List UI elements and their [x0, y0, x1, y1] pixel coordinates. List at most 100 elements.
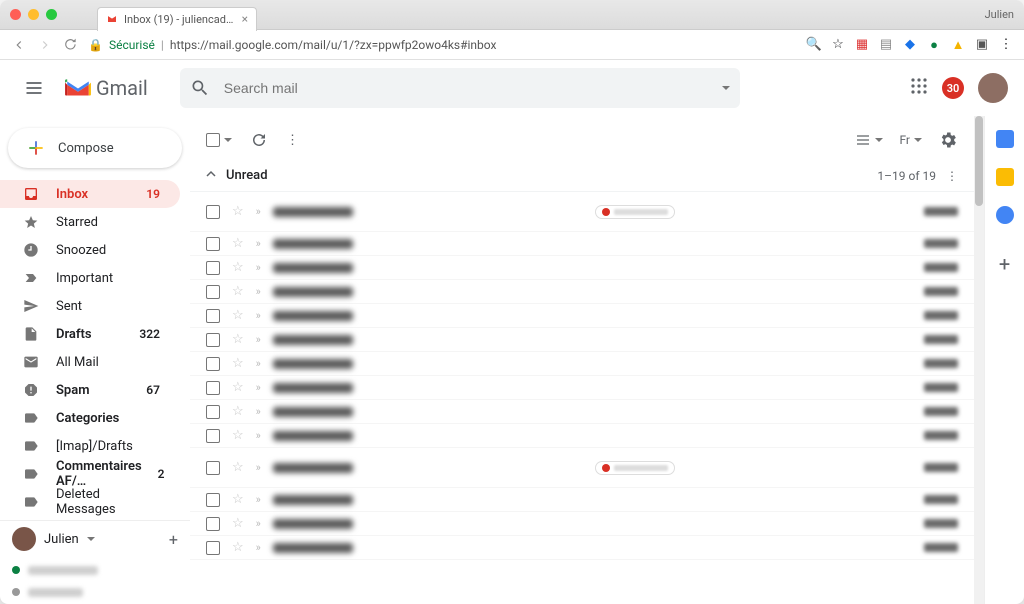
- row-checkbox[interactable]: [206, 493, 220, 507]
- sidebar-item-categories[interactable]: Categories: [0, 404, 180, 432]
- star-icon[interactable]: ☆: [232, 260, 244, 275]
- mail-row[interactable]: ☆»: [190, 328, 974, 352]
- row-checkbox[interactable]: [206, 309, 220, 323]
- window-controls[interactable]: [10, 9, 57, 20]
- more-button[interactable]: ⋮: [286, 133, 299, 148]
- important-marker-icon[interactable]: »: [256, 333, 261, 346]
- language-button[interactable]: Fr: [899, 133, 922, 147]
- important-marker-icon[interactable]: »: [256, 493, 261, 506]
- star-icon[interactable]: ☆: [232, 236, 244, 251]
- add-contact-icon[interactable]: +: [169, 530, 178, 549]
- add-addon-icon[interactable]: +: [999, 252, 1010, 276]
- sidebar-item-drafts[interactable]: Drafts322: [0, 320, 180, 348]
- mail-row[interactable]: ☆»: [190, 448, 974, 488]
- important-marker-icon[interactable]: »: [256, 285, 261, 298]
- row-checkbox[interactable]: [206, 381, 220, 395]
- settings-button[interactable]: [938, 130, 958, 150]
- star-icon[interactable]: ☆: [232, 428, 244, 443]
- calendar-addon-icon[interactable]: [996, 130, 1014, 148]
- browser-profile-name[interactable]: Julien: [985, 8, 1014, 21]
- tasks-addon-icon[interactable]: [996, 206, 1014, 224]
- star-icon[interactable]: ☆: [232, 404, 244, 419]
- star-icon[interactable]: ☆: [232, 516, 244, 531]
- sidebar-item-deleted-messages[interactable]: Deleted Messages: [0, 488, 180, 516]
- extension-icon[interactable]: ▲: [950, 37, 966, 53]
- select-all-checkbox[interactable]: [206, 133, 232, 147]
- chevron-down-icon[interactable]: [87, 537, 95, 541]
- apps-grid-icon[interactable]: [910, 77, 928, 99]
- mail-row[interactable]: ☆»: [190, 280, 974, 304]
- scrollbar[interactable]: [974, 116, 984, 604]
- star-icon[interactable]: ☆: [232, 284, 244, 299]
- sidebar-item-inbox[interactable]: Inbox19: [0, 180, 180, 208]
- star-icon[interactable]: ☆: [830, 37, 846, 53]
- star-icon[interactable]: ☆: [232, 308, 244, 323]
- important-marker-icon[interactable]: »: [256, 461, 261, 474]
- important-marker-icon[interactable]: »: [256, 541, 261, 554]
- gmail-logo[interactable]: Gmail: [64, 76, 148, 100]
- browser-menu-icon[interactable]: ⋮: [998, 37, 1014, 53]
- main-menu-button[interactable]: [16, 70, 52, 106]
- mail-row[interactable]: ☆»: [190, 400, 974, 424]
- important-marker-icon[interactable]: »: [256, 309, 261, 322]
- back-button[interactable]: [10, 36, 28, 54]
- important-marker-icon[interactable]: »: [256, 517, 261, 530]
- close-tab-icon[interactable]: ×: [242, 12, 248, 26]
- star-icon[interactable]: ☆: [232, 380, 244, 395]
- row-checkbox[interactable]: [206, 541, 220, 555]
- important-marker-icon[interactable]: »: [256, 381, 261, 394]
- mail-row[interactable]: ☆»: [190, 304, 974, 328]
- mail-row[interactable]: ☆»: [190, 376, 974, 400]
- search-bar[interactable]: [180, 68, 740, 108]
- browser-tab[interactable]: Inbox (19) - juliencadot@gmai… ×: [97, 7, 257, 31]
- star-icon[interactable]: ☆: [232, 356, 244, 371]
- expand-icon[interactable]: [206, 168, 216, 183]
- important-marker-icon[interactable]: »: [256, 205, 261, 218]
- compose-button[interactable]: Compose: [8, 128, 182, 168]
- search-options-icon[interactable]: [722, 86, 730, 90]
- mail-row[interactable]: ☆»: [190, 488, 974, 512]
- sidebar-item-starred[interactable]: Starred: [0, 208, 180, 236]
- mail-row[interactable]: ☆»: [190, 232, 974, 256]
- mail-row[interactable]: ☆»: [190, 512, 974, 536]
- star-icon[interactable]: ☆: [232, 492, 244, 507]
- sidebar-item--imap-drafts[interactable]: [Imap]/Drafts: [0, 432, 180, 460]
- mail-row[interactable]: ☆»: [190, 352, 974, 376]
- star-icon[interactable]: ☆: [232, 460, 244, 475]
- refresh-button[interactable]: [250, 131, 268, 149]
- sidebar-item-sent[interactable]: Sent: [0, 292, 180, 320]
- extension-icon[interactable]: ●: [926, 37, 942, 53]
- density-button[interactable]: [855, 132, 883, 148]
- important-marker-icon[interactable]: »: [256, 405, 261, 418]
- section-header[interactable]: Unread 1–19 of 19 ⋮: [190, 160, 974, 192]
- reload-button[interactable]: [62, 36, 80, 54]
- account-avatar[interactable]: [978, 73, 1008, 103]
- important-marker-icon[interactable]: »: [256, 357, 261, 370]
- row-checkbox[interactable]: [206, 517, 220, 531]
- row-checkbox[interactable]: [206, 261, 220, 275]
- star-icon[interactable]: ☆: [232, 540, 244, 555]
- row-checkbox[interactable]: [206, 429, 220, 443]
- row-checkbox[interactable]: [206, 405, 220, 419]
- extension-icon[interactable]: ▤: [878, 37, 894, 53]
- mail-row[interactable]: ☆»: [190, 192, 974, 232]
- hangouts-header[interactable]: Julien +: [0, 520, 190, 557]
- section-menu-icon[interactable]: ⋮: [946, 169, 958, 183]
- important-marker-icon[interactable]: »: [256, 261, 261, 274]
- attachment-chip[interactable]: [595, 205, 675, 219]
- star-icon[interactable]: ☆: [232, 332, 244, 347]
- contact-item[interactable]: [12, 581, 178, 603]
- mail-row[interactable]: ☆»: [190, 536, 974, 560]
- zoom-icon[interactable]: 🔍: [806, 37, 822, 53]
- sidebar-item-important[interactable]: Important: [0, 264, 180, 292]
- mail-row[interactable]: ☆»: [190, 256, 974, 280]
- extension-icon[interactable]: ▣: [974, 37, 990, 53]
- notifications-badge[interactable]: 30: [942, 77, 964, 99]
- mail-row[interactable]: ☆»: [190, 424, 974, 448]
- sidebar-item-spam[interactable]: Spam67: [0, 376, 180, 404]
- row-checkbox[interactable]: [206, 285, 220, 299]
- keep-addon-icon[interactable]: [996, 168, 1014, 186]
- sidebar-item-all-mail[interactable]: All Mail: [0, 348, 180, 376]
- sidebar-item-snoozed[interactable]: Snoozed: [0, 236, 180, 264]
- row-checkbox[interactable]: [206, 205, 220, 219]
